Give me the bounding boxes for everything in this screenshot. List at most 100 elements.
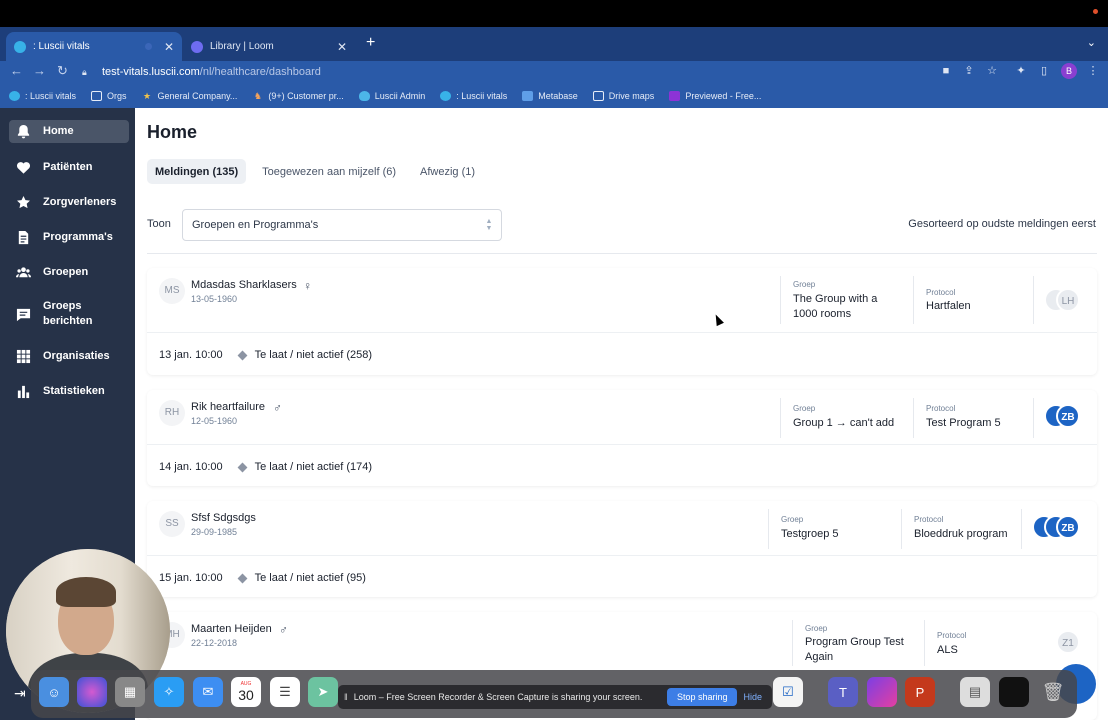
bookmark-item[interactable]: Metabase [522, 90, 578, 101]
meeting-app-icon[interactable] [867, 677, 897, 707]
group-label: Groep [805, 624, 828, 633]
sidebar-item-groepen[interactable]: Groepen [9, 264, 129, 280]
preview-icon[interactable]: ▤ [960, 677, 990, 707]
screen: : Luscii vitals ✕ Library | Loom ✕ + ⌄ ←… [0, 0, 1108, 720]
display-icon[interactable] [999, 677, 1029, 707]
folder-icon [91, 90, 103, 101]
sidebar-item-label: Organisaties [43, 349, 110, 362]
bookmark-item[interactable]: Orgs [91, 90, 127, 101]
grid-icon [15, 348, 31, 364]
divider [147, 253, 1097, 254]
sidebar-item-patienten[interactable]: Patiënten [9, 159, 129, 175]
caregiver-avatar[interactable]: ZB [1056, 404, 1080, 428]
reload-icon[interactable]: ↻ [57, 63, 68, 79]
notification-card[interactable]: SS Sfsf Sdgsdgs 29-09-1985 Groep Testgro… [147, 501, 1097, 597]
maps-icon[interactable]: ➤ [308, 677, 338, 707]
bookmark-item[interactable]: : Luscii vitals [9, 90, 76, 101]
sidebar-item-zorgverleners[interactable]: Zorgverleners [9, 194, 129, 210]
tab-title: : Luscii vitals [33, 41, 90, 52]
teams-icon[interactable]: T [828, 677, 858, 707]
safari-icon[interactable]: ✧ [154, 677, 184, 707]
bookmark-item[interactable]: Previewed - Free... [669, 90, 762, 101]
forward-icon[interactable]: → [33, 63, 46, 78]
bookmark-label: Previewed - Free... [685, 90, 762, 101]
patient-birthdate: 13-05-1960 [191, 294, 238, 304]
customer-icon: ♞ [253, 90, 262, 101]
sidebar-item-label: Statistieken [43, 384, 105, 397]
browser-tab-loom[interactable]: Library | Loom ✕ [183, 32, 355, 61]
notification-card[interactable]: MS Mdasdas Sharklasers ♀ 13-05-1960 Groe… [147, 268, 1097, 375]
browser-toolbar: ← → ↻ 🔒︎ test-vitals.luscii.com/nl/healt… [0, 61, 1108, 83]
camera-icon[interactable]: ■ [939, 64, 953, 78]
back-icon[interactable]: ← [10, 63, 23, 78]
caregiver-avatar[interactable]: LH [1056, 288, 1080, 312]
bookmark-item[interactable]: Drive maps [592, 90, 654, 101]
finder-icon[interactable]: ☺ [39, 677, 69, 707]
tab-toegewezen[interactable]: Toegewezen aan mijzelf (6) [254, 159, 404, 184]
trash-icon[interactable]: 🗑︎ [1038, 677, 1068, 707]
caregiver-avatar[interactable]: Z1 [1056, 630, 1080, 654]
bookmark-item[interactable]: ★ General Company... [142, 91, 237, 101]
mail-icon[interactable]: ✉ [193, 677, 223, 707]
tab-meldingen[interactable]: Meldingen (135) [147, 159, 247, 184]
folder-icon [592, 90, 604, 101]
protocol-value: Hartfalen [926, 300, 971, 312]
siri-icon[interactable] [77, 677, 107, 707]
card-header: SS Sfsf Sdgsdgs 29-09-1985 Groep Testgro… [147, 501, 1097, 556]
close-tab-icon[interactable]: ✕ [164, 40, 174, 54]
lock-icon: 🔒︎ [82, 66, 87, 77]
tasks-icon[interactable]: ☑ [773, 677, 803, 707]
bookmark-label: Metabase [538, 90, 578, 101]
launchpad-icon[interactable]: ▦ [115, 677, 145, 707]
sidepanel-icon[interactable]: ▯ [1037, 64, 1051, 78]
url-host: test-vitals.luscii.com [102, 66, 200, 78]
bookmark-item[interactable]: Luscii Admin [358, 90, 425, 101]
patient-name[interactable]: Sfsf Sdgsdgs [191, 512, 256, 524]
notification-card[interactable]: RH Rik heartfailure ♂ 12-05-1960 Groep G… [147, 390, 1097, 486]
bookmark-star-icon[interactable]: ☆ [985, 64, 999, 78]
bookmark-item[interactable]: : Luscii vitals [440, 90, 507, 101]
stop-sharing-button[interactable]: Stop sharing [666, 688, 738, 706]
tab-afwezig[interactable]: Afwezig (1) [412, 159, 483, 184]
column-divider [901, 509, 902, 549]
browser-tab-luscii[interactable]: : Luscii vitals ✕ [6, 32, 182, 61]
sidebar-item-programmas[interactable]: Programma's [9, 229, 129, 245]
page-title: Home [147, 122, 198, 142]
tab-search-chevron-icon[interactable]: ⌄ [1087, 36, 1096, 49]
extensions-icon[interactable]: ✦ [1014, 64, 1028, 78]
column-divider [913, 276, 914, 324]
profile-avatar[interactable]: B [1061, 63, 1077, 79]
calendar-icon[interactable]: AUG 30 [231, 677, 261, 707]
shield-icon [358, 90, 370, 101]
sidebar-item-groeps-berichten[interactable]: Groeps berichten [9, 299, 129, 329]
share-icon[interactable]: ⇪ [962, 64, 976, 78]
recording-indicator [1093, 9, 1098, 14]
logout-icon[interactable]: ⇥ [14, 685, 26, 702]
sidebar-item-statistieken[interactable]: Statistieken [9, 383, 129, 399]
bookmark-item[interactable]: ♞ (9+) Customer pr... [252, 90, 344, 101]
menu-kebab-icon[interactable]: ⋮ [1086, 64, 1100, 78]
bar-chart-icon [15, 383, 31, 399]
url-path: /nl/healthcare/dashboard [199, 66, 321, 78]
caregiver-avatar[interactable]: ZB [1056, 515, 1080, 539]
reminders-icon[interactable]: ☰ [270, 677, 300, 707]
patient-name[interactable]: Maarten Heijden [191, 623, 272, 635]
close-tab-icon[interactable]: ✕ [337, 40, 347, 54]
star-icon [15, 194, 31, 210]
alert-diamond-icon [237, 462, 248, 472]
patient-name[interactable]: Rik heartfailure [191, 401, 265, 413]
group-label: Groep [793, 280, 816, 289]
loom-sharing-message: Loom – Free Screen Recorder & Screen Cap… [353, 692, 643, 702]
filter-select[interactable]: Groepen en Programma's ▲ ▼ [182, 209, 502, 241]
powerpoint-icon[interactable]: P [905, 677, 935, 707]
sidebar-item-organisaties[interactable]: Organisaties [9, 348, 129, 364]
column-divider [924, 620, 925, 666]
sidebar-item-home[interactable]: Home [9, 120, 129, 143]
new-tab-icon[interactable]: + [366, 34, 375, 52]
hide-button[interactable]: Hide [743, 692, 762, 702]
patient-name[interactable]: Mdasdas Sharklasers [191, 279, 297, 291]
patient-birthdate: 22-12-2018 [191, 638, 238, 648]
bell-icon [15, 124, 31, 140]
loom-favicon-icon [191, 40, 203, 53]
address-bar[interactable]: 🔒︎ test-vitals.luscii.com/nl/healthcare/… [82, 62, 922, 82]
